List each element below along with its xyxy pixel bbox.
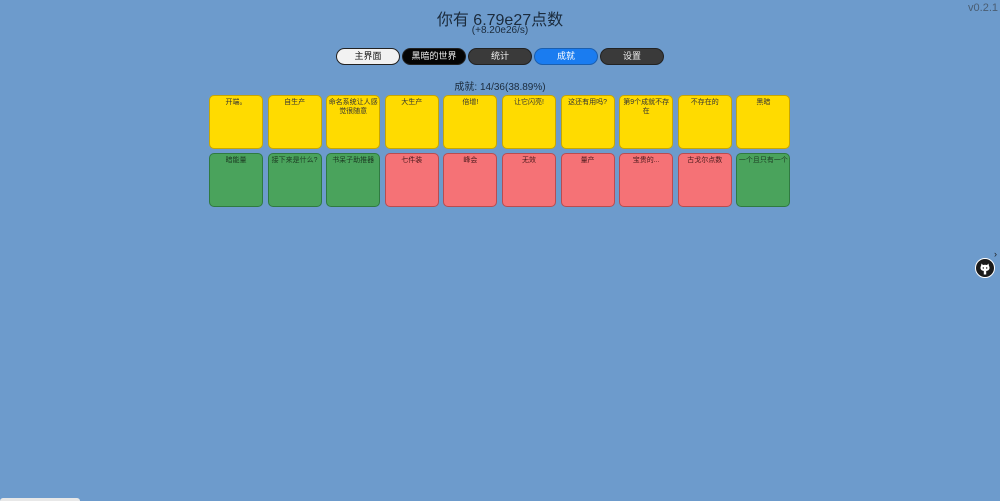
achievement-tile[interactable]: 暗能量 <box>209 153 263 207</box>
achievement-tile[interactable]: 自生产 <box>267 95 322 149</box>
achievement-tile[interactable]: 这还有用吗? <box>560 95 615 149</box>
achievement-tile[interactable]: 命名系统让人感觉很随意 <box>326 95 381 149</box>
achievements-grid: 开端。 自生产 命名系统让人感觉很随意 大生产 倍增! 让它闪亮! 这还有用吗? 第9个成就不… <box>209 95 791 207</box>
achievement-tile[interactable]: 倍增! <box>443 95 498 149</box>
achievements-summary: 成就: 14/36(38.89%) <box>454 82 546 93</box>
points-rate: (+8.20e26/s) <box>471 25 529 36</box>
achievement-tile[interactable]: 不存在的 <box>677 95 732 149</box>
achievement-tile[interactable]: 接下来是什么? <box>267 153 322 207</box>
achievement-tile[interactable]: 七件装 <box>384 153 439 207</box>
tab-dark-world[interactable]: 黑暗的世界 <box>402 48 466 65</box>
github-icon[interactable] <box>975 258 995 278</box>
tab-statistics[interactable]: 统计 <box>468 48 532 65</box>
achievement-tile[interactable]: 峰会 <box>443 153 498 207</box>
tab-main[interactable]: 主界面 <box>336 48 400 65</box>
achievement-tile[interactable]: 古戈尔点数 <box>677 153 732 207</box>
achievement-tile[interactable]: 开端。 <box>209 95 263 149</box>
tab-achievements[interactable]: 成就 <box>534 48 598 65</box>
achievement-tile[interactable]: 量产 <box>560 153 615 207</box>
achievement-tile[interactable]: 宝贵的... <box>619 153 674 207</box>
tab-bar: 主界面 黑暗的世界 统计 成就 设置 <box>336 48 664 65</box>
achievement-tile[interactable]: 第9个成就不存在 <box>619 95 674 149</box>
achievement-tile[interactable]: 让它闪亮! <box>501 95 556 149</box>
page: v0.2.1 你有 6.79e27点数 (+8.20e26/s) 主界面 黑暗的… <box>0 0 1000 501</box>
collapse-chevron-icon[interactable]: › <box>994 249 997 259</box>
achievement-tile[interactable]: 书呆子助推器 <box>326 153 381 207</box>
achievement-tile[interactable]: 黑暗 <box>736 95 791 149</box>
achievement-tile[interactable]: 一个且只有一个 <box>736 153 791 207</box>
achievement-tile[interactable]: 大生产 <box>384 95 439 149</box>
achievement-tile[interactable]: 无效 <box>501 153 556 207</box>
tab-settings[interactable]: 设置 <box>600 48 664 65</box>
